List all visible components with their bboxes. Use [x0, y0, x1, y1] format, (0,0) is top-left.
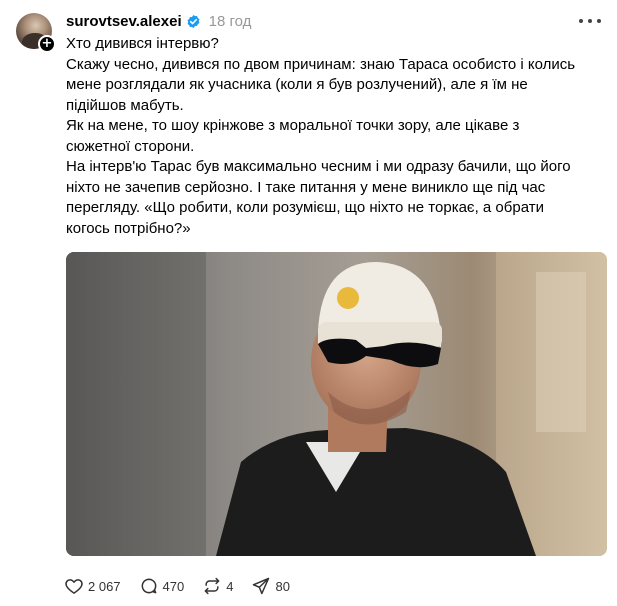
post-paragraph: На інтерв'ю Тарас був максимально чесним… — [66, 158, 571, 237]
like-count: 2 067 — [88, 578, 121, 594]
repost-icon — [204, 577, 220, 595]
comment-count: 470 — [162, 578, 185, 594]
post-time[interactable]: 18 год — [209, 13, 252, 30]
thread-post: + surovtsev.alexei 18 год Хто дивився ін… — [0, 0, 617, 606]
post-actions: 2 067 470 4 80 — [64, 575, 308, 597]
username[interactable]: surovtsev.alexei — [66, 13, 182, 30]
share-count: 80 — [275, 578, 290, 594]
photo-illustration — [66, 252, 607, 556]
post-photo[interactable] — [66, 252, 607, 556]
send-icon — [253, 577, 270, 595]
comment-button[interactable]: 470 — [139, 576, 185, 596]
verified-badge-icon — [187, 14, 200, 28]
share-button[interactable]: 80 — [251, 576, 290, 596]
more-options-icon[interactable] — [579, 11, 601, 31]
heart-icon — [65, 579, 83, 594]
post-paragraph: Хто дивився інтервю? — [66, 35, 219, 52]
repost-count: 4 — [226, 578, 234, 594]
like-button[interactable]: 2 067 — [64, 576, 121, 596]
post-paragraph: Як на мене, то шоу крінжове з моральної … — [66, 117, 520, 155]
post-paragraph: Скажу чесно, дивився по двом причинам: з… — [66, 55, 576, 114]
post-text: Хто дивився інтервю? Скажу чесно, дививс… — [66, 34, 586, 239]
post-header: surovtsev.alexei 18 год — [66, 11, 251, 31]
comment-icon — [141, 578, 156, 594]
avatar[interactable]: + — [16, 13, 56, 53]
follow-plus-icon[interactable]: + — [38, 35, 56, 53]
repost-button[interactable]: 4 — [202, 576, 233, 596]
